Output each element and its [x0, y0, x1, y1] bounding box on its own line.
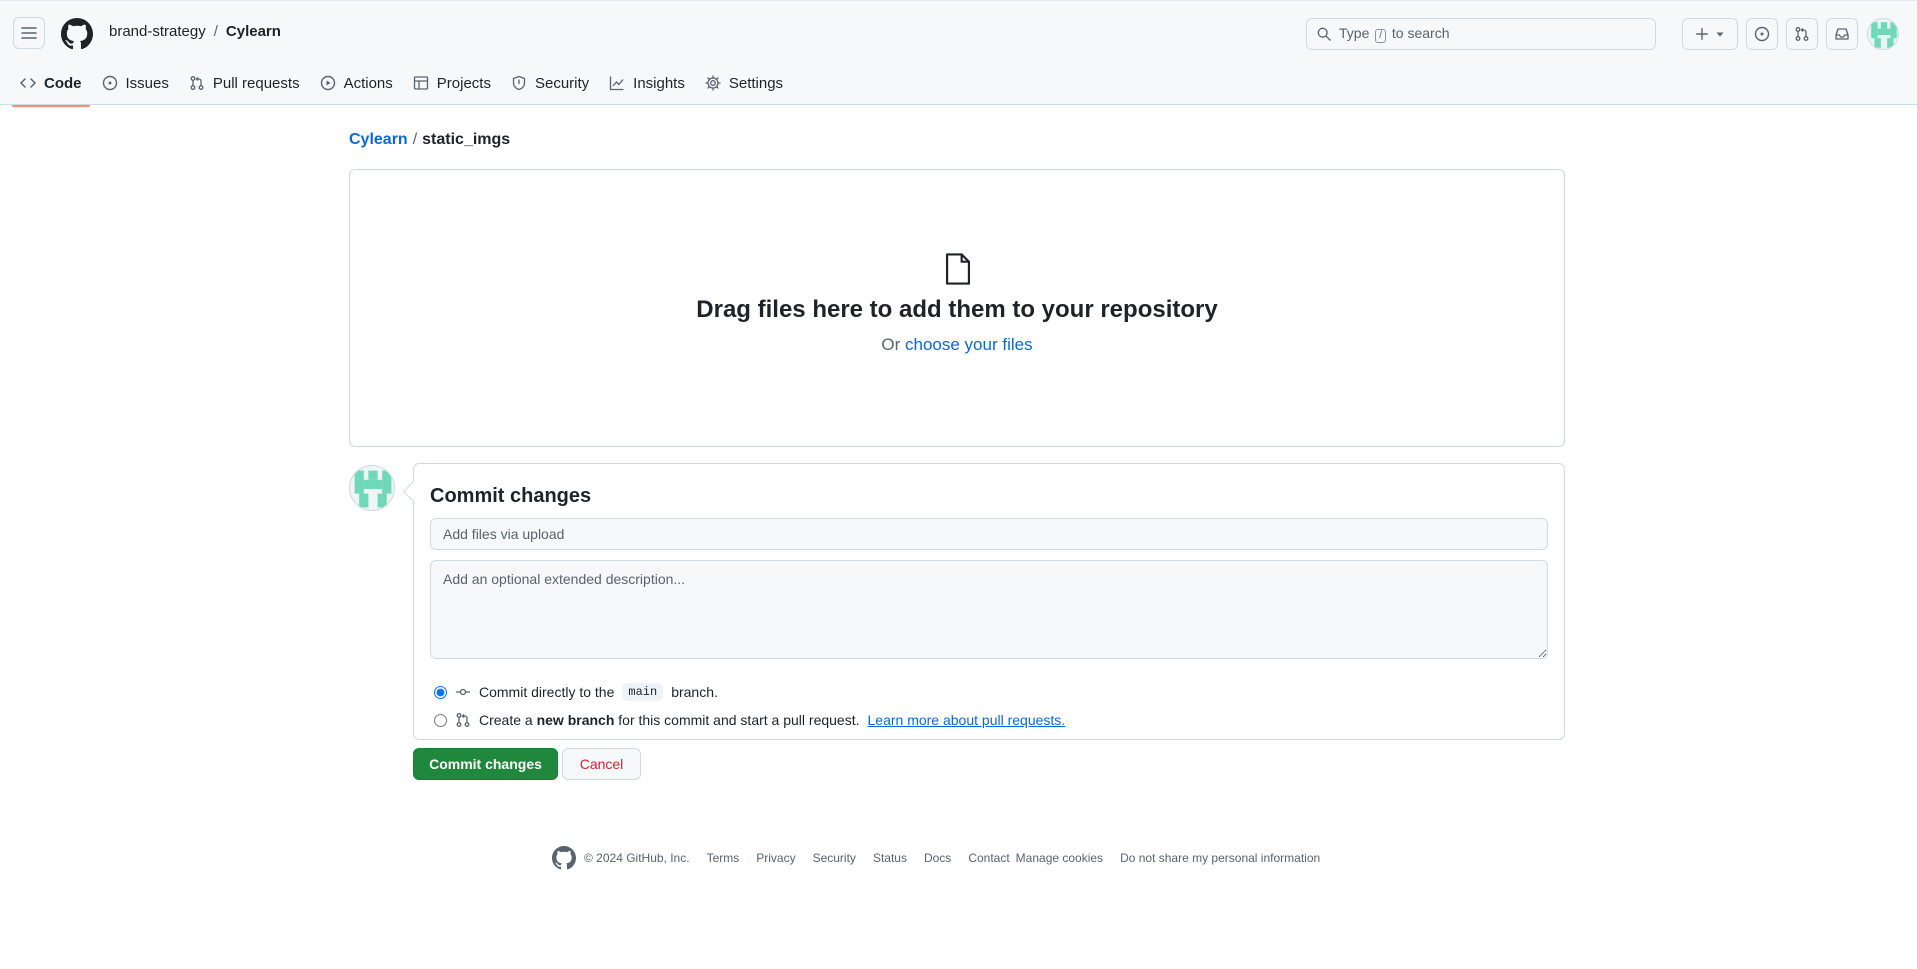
file-path-breadcrumb: Cylearn / static_imgs: [349, 131, 510, 149]
search-icon: [1317, 27, 1331, 41]
tab-label: Settings: [728, 74, 784, 92]
commit-new-branch-option[interactable]: Create a new branch for this commit and …: [434, 712, 1065, 728]
commit-direct-option[interactable]: Commit directly to the main branch.: [434, 683, 718, 701]
tab-code[interactable]: Code: [12, 67, 90, 107]
commit-form: Commit changes Commit directly to the ma…: [413, 463, 1565, 740]
path-directory: static_imgs: [422, 131, 511, 148]
gear-icon: [705, 75, 721, 91]
tab-settings[interactable]: Settings: [697, 67, 791, 99]
footer-link-security[interactable]: Security: [813, 851, 856, 865]
repo-nav: Code Issues Pull requests Actions Projec…: [12, 67, 791, 107]
user-avatar[interactable]: [1867, 18, 1899, 50]
menu-button[interactable]: [13, 17, 45, 49]
tab-insights[interactable]: Insights: [601, 67, 693, 99]
footer-link-privacy[interactable]: Privacy: [756, 851, 795, 865]
new-branch-prefix: Create a new branch for this commit and …: [479, 712, 860, 728]
pull-requests-button[interactable]: [1786, 18, 1818, 50]
search-placeholder: Type / to search: [1339, 25, 1450, 43]
tab-security[interactable]: Security: [503, 67, 597, 99]
commit-direct-radio[interactable]: [434, 685, 447, 699]
top-breadcrumb: brand-strategy / Cylearn: [109, 23, 281, 40]
footer-link-docs[interactable]: Docs: [924, 851, 951, 865]
git-pull-request-icon: [1795, 27, 1809, 41]
github-logo-icon[interactable]: [61, 18, 93, 50]
commit-direct-suffix: branch.: [671, 684, 718, 700]
commit-changes-button[interactable]: Commit changes: [413, 748, 558, 780]
commit-direct-prefix: Commit directly to the: [479, 684, 615, 700]
page-footer: © 2024 GitHub, Inc. Terms Privacy Securi…: [552, 846, 1320, 870]
git-pull-request-icon: [456, 713, 470, 727]
file-icon: [945, 253, 971, 285]
footer-link-contact[interactable]: Contact: [968, 851, 1009, 865]
path-separator: /: [412, 131, 418, 148]
inbox-icon: [1835, 28, 1849, 40]
tab-label: Security: [534, 74, 590, 92]
git-commit-icon: [456, 688, 470, 696]
new-branch-bold: new branch: [536, 712, 615, 728]
plus-icon: [1696, 28, 1708, 40]
learn-more-pull-requests-link[interactable]: Learn more about pull requests.: [868, 712, 1066, 728]
tab-label: Actions: [343, 74, 393, 92]
code-icon: [20, 78, 36, 88]
dropzone-prefix: Or: [881, 335, 901, 354]
footer-copyright: © 2024 GitHub, Inc.: [584, 851, 690, 865]
owner-link[interactable]: brand-strategy: [109, 23, 206, 40]
tab-pull-requests[interactable]: Pull requests: [181, 67, 308, 99]
shield-icon: [512, 75, 526, 91]
choose-files-link[interactable]: choose your files: [905, 335, 1033, 354]
tab-label: Code: [44, 74, 82, 92]
issues-button[interactable]: [1746, 18, 1778, 50]
commit-description-input[interactable]: [430, 560, 1548, 659]
triangle-down-icon: [1716, 32, 1724, 37]
tab-projects[interactable]: Projects: [405, 67, 499, 99]
search-input[interactable]: Type / to search: [1306, 18, 1656, 50]
footer-link-terms[interactable]: Terms: [707, 851, 740, 865]
issue-opened-icon: [1754, 26, 1770, 42]
breadcrumb-separator: /: [213, 23, 218, 40]
commit-author-avatar: [349, 465, 395, 511]
tab-issues[interactable]: Issues: [94, 67, 177, 99]
issue-opened-icon: [102, 75, 117, 91]
create-new-button[interactable]: [1682, 18, 1738, 50]
tab-label: Projects: [436, 74, 491, 92]
commit-new-branch-radio[interactable]: [434, 713, 447, 727]
play-icon: [320, 75, 335, 91]
search-shortcut-key: /: [1375, 29, 1387, 43]
footer-link-do-not-share[interactable]: Do not share my personal information: [1120, 851, 1320, 865]
dropzone-title: Drag files here to add them to your repo…: [696, 296, 1218, 323]
branch-name: main: [622, 683, 664, 701]
git-pull-request-icon: [190, 76, 204, 90]
tab-label: Insights: [633, 74, 685, 92]
commit-summary-input[interactable]: [430, 518, 1548, 550]
github-logo-icon[interactable]: [552, 846, 576, 870]
dropzone-subtitle: Or choose your files: [350, 335, 1564, 355]
repo-link[interactable]: Cylearn: [226, 23, 281, 40]
path-repo-link[interactable]: Cylearn: [349, 131, 408, 149]
cancel-button[interactable]: Cancel: [562, 748, 641, 780]
commit-form-title: Commit changes: [430, 485, 592, 507]
hamburger-icon: [21, 27, 37, 39]
footer-link-manage-cookies[interactable]: Manage cookies: [1016, 851, 1103, 865]
tab-label: Pull requests: [212, 74, 300, 92]
tab-label: Issues: [125, 74, 169, 92]
tab-actions[interactable]: Actions: [312, 67, 401, 99]
graph-icon: [610, 76, 624, 91]
file-dropzone[interactable]: Drag files here to add them to your repo…: [349, 169, 1565, 447]
inbox-button[interactable]: [1826, 18, 1858, 50]
footer-link-status[interactable]: Status: [873, 851, 907, 865]
table-icon: [413, 76, 428, 90]
app-header: brand-strategy / Cylearn Type / to searc…: [0, 0, 1917, 107]
